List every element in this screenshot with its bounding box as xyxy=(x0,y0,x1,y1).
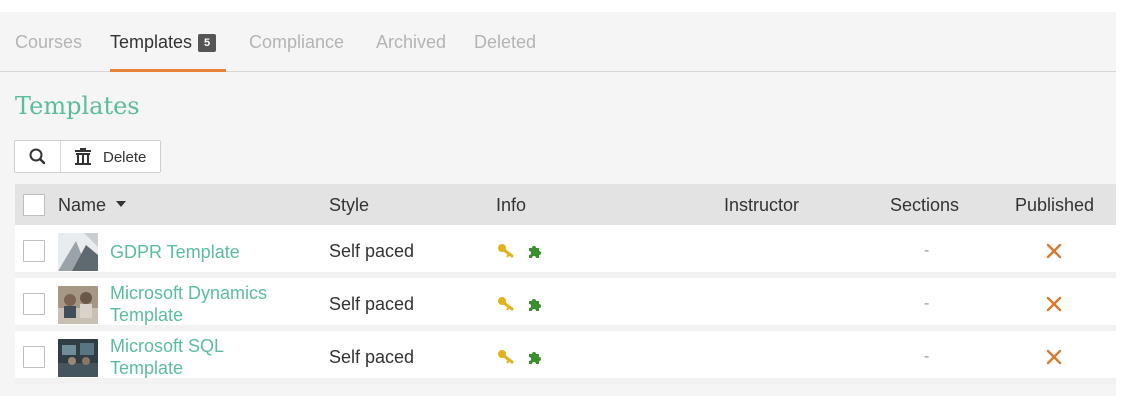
x-icon[interactable] xyxy=(1046,349,1062,365)
templates-table: Name Style Info Instructor Sections Publ… xyxy=(15,184,1116,384)
row-checkbox[interactable] xyxy=(23,240,45,262)
template-name-link[interactable]: GDPR Template xyxy=(110,241,240,263)
template-name-link[interactable]: Microsoft Dynamics Template xyxy=(110,282,267,326)
table-row: Microsoft SQL Template Self paced - xyxy=(15,331,1116,384)
style-cell: Self paced xyxy=(329,347,415,367)
tab-label: Archived xyxy=(376,32,447,52)
table-row: GDPR Template Self paced - xyxy=(15,225,1116,278)
x-icon[interactable] xyxy=(1046,296,1062,312)
page-title: Templates xyxy=(15,92,140,120)
tab-label: Deleted xyxy=(474,32,537,52)
search-icon xyxy=(29,148,46,165)
puzzle-icon xyxy=(529,352,542,364)
puzzle-icon xyxy=(529,246,542,258)
column-header-sections[interactable]: Sections xyxy=(890,195,959,216)
search-button[interactable] xyxy=(15,141,61,172)
info-icons xyxy=(497,243,543,261)
tab-label: Templates xyxy=(110,32,193,52)
sections-cell: - xyxy=(924,242,930,259)
row-checkbox[interactable] xyxy=(23,346,45,368)
toolbar: Delete xyxy=(14,140,161,173)
style-cell: Self paced xyxy=(329,294,415,314)
trash-icon xyxy=(75,148,91,165)
delete-button[interactable]: Delete xyxy=(61,141,161,172)
puzzle-icon xyxy=(529,299,542,311)
caret-down-icon xyxy=(116,201,127,207)
row-checkbox[interactable] xyxy=(23,293,45,315)
column-header-instructor[interactable]: Instructor xyxy=(724,195,799,216)
sections-cell: - xyxy=(924,295,930,312)
key-icon xyxy=(498,297,514,311)
table-row: Microsoft Dynamics Template Self paced - xyxy=(15,278,1116,331)
tab-bar: Courses Templates 5 Compliance Archived D… xyxy=(0,12,1116,72)
course-thumbnail[interactable] xyxy=(58,233,98,271)
tab-label: Compliance xyxy=(249,32,345,52)
course-thumbnail[interactable] xyxy=(58,286,98,324)
info-icons xyxy=(497,349,543,367)
course-management-panel: Courses Templates 5 Compliance Archived D… xyxy=(0,12,1116,396)
column-header-info: Info xyxy=(496,195,527,215)
column-header-label: Name xyxy=(58,195,107,215)
tab-deleted[interactable]: Deleted xyxy=(474,32,536,72)
tab-count-badge: 5 xyxy=(198,34,217,52)
table-header: Name Style Info Instructor Sections Publ… xyxy=(15,184,1116,225)
course-thumbnail[interactable] xyxy=(58,339,98,377)
column-header-name[interactable]: Name xyxy=(58,195,127,216)
tab-compliance[interactable]: Compliance xyxy=(249,32,344,72)
sections-cell: - xyxy=(924,348,930,365)
tab-label: Courses xyxy=(15,32,83,52)
key-icon xyxy=(498,350,514,364)
key-icon xyxy=(498,244,514,258)
column-header-published[interactable]: Published xyxy=(1015,195,1094,216)
info-icons xyxy=(497,296,543,314)
delete-label: Delete xyxy=(103,149,147,166)
select-all-checkbox[interactable] xyxy=(23,194,45,216)
column-header-style[interactable]: Style xyxy=(329,195,369,216)
tab-templates[interactable]: Templates 5 xyxy=(110,32,226,72)
x-icon[interactable] xyxy=(1046,243,1062,259)
tab-archived[interactable]: Archived xyxy=(376,32,446,72)
tab-courses[interactable]: Courses xyxy=(15,32,82,72)
template-name-link[interactable]: Microsoft SQL Template xyxy=(110,335,224,379)
style-cell: Self paced xyxy=(329,241,415,261)
